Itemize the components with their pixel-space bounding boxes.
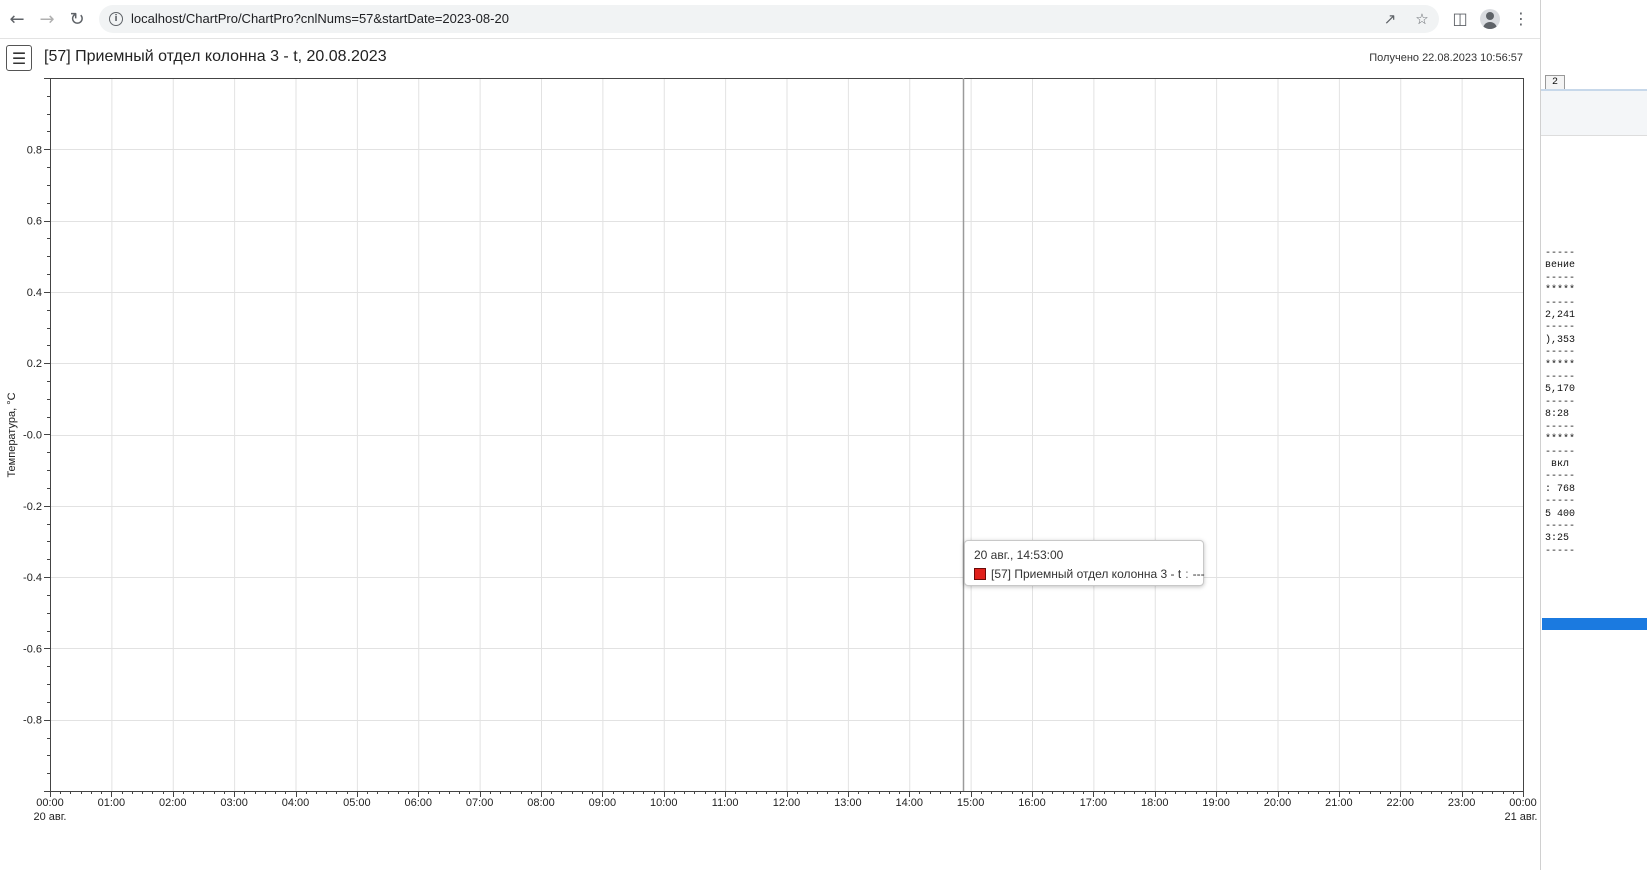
x-date-end-label: 21 авг. [1505, 811, 1538, 823]
x-tick-label: 01:00 [98, 797, 126, 809]
x-tick-label: 13:00 [834, 797, 862, 809]
y-tick-label: 0.4 [27, 287, 42, 299]
x-tick-label: 18:00 [1141, 797, 1169, 809]
x-tick-label: 14:00 [895, 797, 923, 809]
y-axis-title: Температура, °C [6, 392, 18, 478]
y-tick-label: 0.8 [27, 144, 42, 156]
tooltip-value: --- [1192, 567, 1205, 581]
series-color-swatch [974, 568, 986, 580]
x-date-start-label: 20 авг. [34, 811, 67, 823]
x-tick-label: 19:00 [1202, 797, 1230, 809]
x-tick-label: 16:00 [1018, 797, 1046, 809]
y-tick-label: -0.2 [23, 501, 42, 513]
x-tick-label: 09:00 [589, 797, 617, 809]
background-window: 2 ----- вение ----- ***** ----- 2,241 --… [1540, 0, 1647, 870]
chart-tooltip: 20 авг., 14:53:00 [57] Приемный отдел ко… [964, 540, 1205, 586]
x-tick-label: 12:00 [773, 797, 801, 809]
x-tick-label: 02:00 [159, 797, 187, 809]
x-tick-label: 05:00 [343, 797, 371, 809]
x-tick-label: 03:00 [220, 797, 248, 809]
temperature-chart[interactable]: 0.8 0.6 0.4 0.2 -0.0 -0.2 -0.4 -0.6 -0.8 00:00 01:… [0, 0, 1540, 870]
x-tick-label: 06:00 [404, 797, 432, 809]
y-tick-label: 0.2 [27, 358, 42, 370]
x-tick-label: 17:00 [1080, 797, 1108, 809]
y-tick-label: -0.4 [23, 572, 42, 584]
tooltip-time: 20 авг., 14:53:00 [974, 548, 1064, 562]
x-tick-label: 20:00 [1264, 797, 1292, 809]
x-tick-label: 22:00 [1386, 797, 1414, 809]
y-tick-label: -0.0 [23, 430, 42, 442]
x-tick-label: 08:00 [527, 797, 555, 809]
x-tick-label: 10:00 [650, 797, 678, 809]
x-tick-label: 21:00 [1325, 797, 1353, 809]
background-text: ----- вение ----- ***** ----- 2,241 ----… [1545, 248, 1576, 557]
y-tick-label: 0.6 [27, 216, 42, 228]
tooltip-separator: : [1185, 567, 1189, 581]
x-tick-label: 00:00 [1509, 797, 1537, 809]
x-tick-label: 04:00 [282, 797, 310, 809]
tooltip-series-row: [57] Приемный отдел колонна 3 - t : --- [974, 567, 1205, 581]
background-toolbar [1541, 89, 1647, 136]
tooltip-series-label: [57] Приемный отдел колонна 3 - t [991, 567, 1182, 581]
x-tick-label: 00:00 [36, 797, 64, 809]
x-tick-label: 23:00 [1448, 797, 1476, 809]
x-tick-label: 07:00 [466, 797, 494, 809]
x-tick-label: 11:00 [712, 797, 739, 809]
x-tick-label: 15:00 [957, 797, 985, 809]
y-tick-label: -0.8 [23, 715, 42, 727]
background-tab[interactable]: 2 [1545, 75, 1565, 90]
y-tick-label: -0.6 [23, 643, 42, 655]
background-scroll-highlight [1542, 618, 1647, 630]
